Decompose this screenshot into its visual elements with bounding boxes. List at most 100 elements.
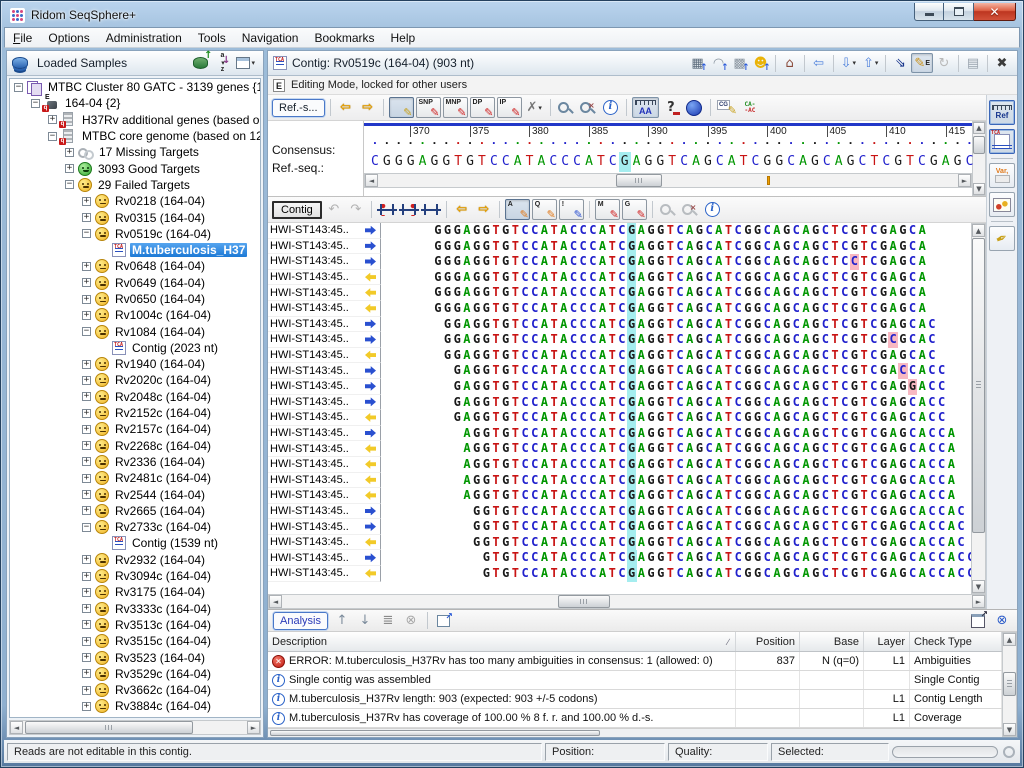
base[interactable]: G <box>782 285 792 301</box>
base[interactable]: A <box>772 301 782 317</box>
scrollbar-thumb[interactable] <box>1003 672 1016 696</box>
read-name-cell[interactable]: HWI-ST143:45.. <box>268 270 381 286</box>
home-icon[interactable]: ⌂ <box>780 53 800 73</box>
base[interactable]: C <box>762 519 772 535</box>
base[interactable]: C <box>588 254 598 270</box>
base[interactable]: T <box>607 473 617 489</box>
base[interactable]: T <box>549 223 559 239</box>
base[interactable]: C <box>675 426 685 442</box>
base[interactable]: T <box>491 363 501 379</box>
tree-item[interactable]: +Rv1940 (164-04) <box>10 356 260 372</box>
base[interactable]: G <box>879 395 889 411</box>
base[interactable]: T <box>491 254 501 270</box>
base[interactable]: G <box>695 550 705 566</box>
base[interactable]: A <box>685 223 695 239</box>
base[interactable]: A <box>888 348 898 364</box>
base[interactable]: A <box>598 254 608 270</box>
ref-base[interactable]: G <box>619 152 631 172</box>
base[interactable]: C <box>840 441 850 457</box>
base[interactable]: G <box>501 488 511 504</box>
base[interactable]: C <box>821 504 831 520</box>
base[interactable]: G <box>481 270 491 286</box>
base[interactable]: A <box>559 504 569 520</box>
base[interactable]: T <box>511 395 521 411</box>
info-icon[interactable] <box>600 98 621 118</box>
base[interactable]: C <box>588 239 598 255</box>
ref-base[interactable]: G <box>381 152 393 172</box>
base[interactable]: A <box>772 566 782 582</box>
base[interactable]: C <box>704 239 714 255</box>
base[interactable]: A <box>540 566 550 582</box>
base[interactable]: G <box>879 270 889 286</box>
base[interactable]: T <box>724 363 734 379</box>
base[interactable]: A <box>462 410 472 426</box>
base[interactable]: T <box>830 550 840 566</box>
base[interactable]: G <box>753 566 763 582</box>
base[interactable]: C <box>578 254 588 270</box>
base[interactable]: A <box>462 395 472 411</box>
base[interactable]: T <box>607 301 617 317</box>
base[interactable]: C <box>733 426 743 442</box>
base[interactable]: G <box>811 395 821 411</box>
base[interactable]: C <box>791 317 801 333</box>
base[interactable]: G <box>879 535 889 551</box>
base[interactable]: A <box>598 332 608 348</box>
base[interactable]: G <box>472 348 482 364</box>
base[interactable]: G <box>452 254 462 270</box>
base[interactable]: G <box>753 379 763 395</box>
base[interactable]: T <box>491 519 501 535</box>
base[interactable]: A <box>917 332 927 348</box>
base[interactable]: A <box>888 457 898 473</box>
base[interactable]: C <box>840 348 850 364</box>
base[interactable]: G <box>433 270 443 286</box>
snp-pencil-button[interactable]: SNP✎ <box>416 97 441 118</box>
base[interactable]: G <box>743 379 753 395</box>
base[interactable]: T <box>859 285 869 301</box>
base[interactable]: C <box>675 566 685 582</box>
base[interactable]: C <box>791 426 801 442</box>
base[interactable]: G <box>433 239 443 255</box>
base[interactable]: A <box>559 379 569 395</box>
base[interactable]: G <box>452 223 462 239</box>
base[interactable]: G <box>782 535 792 551</box>
base[interactable]: C <box>704 426 714 442</box>
tree-item[interactable]: +Rv2336 (164-04) <box>10 454 260 470</box>
base[interactable]: C <box>762 332 772 348</box>
base[interactable]: A <box>540 441 550 457</box>
base[interactable]: C <box>840 457 850 473</box>
read-name-cell[interactable]: HWI-ST143:45.. <box>268 332 381 348</box>
ambiguity-help-icon[interactable]: ? <box>661 98 681 118</box>
base[interactable]: T <box>666 348 676 364</box>
base[interactable]: T <box>549 473 559 489</box>
base[interactable]: C <box>821 317 831 333</box>
base[interactable]: G <box>782 473 792 489</box>
base[interactable]: G <box>627 473 637 489</box>
base[interactable]: C <box>791 285 801 301</box>
base[interactable]: G <box>850 519 860 535</box>
base[interactable]: A <box>559 363 569 379</box>
base[interactable]: T <box>511 239 521 255</box>
tree-item[interactable]: +Rv3094c (164-04) <box>10 568 260 584</box>
base[interactable]: C <box>530 504 540 520</box>
base[interactable]: A <box>917 363 927 379</box>
base[interactable]: G <box>646 301 656 317</box>
base[interactable]: T <box>666 395 676 411</box>
base[interactable]: T <box>830 239 840 255</box>
base[interactable]: T <box>830 270 840 286</box>
base[interactable]: A <box>888 504 898 520</box>
base[interactable]: C <box>937 395 947 411</box>
base[interactable]: C <box>908 239 918 255</box>
base[interactable]: G <box>879 473 889 489</box>
base[interactable]: T <box>859 457 869 473</box>
base[interactable]: C <box>869 317 879 333</box>
base[interactable]: A <box>685 457 695 473</box>
base[interactable]: C <box>762 457 772 473</box>
base[interactable]: A <box>888 566 898 582</box>
base[interactable]: A <box>772 395 782 411</box>
base[interactable]: C <box>569 348 579 364</box>
base[interactable]: T <box>549 504 559 520</box>
base[interactable]: C <box>704 566 714 582</box>
base[interactable]: T <box>859 254 869 270</box>
base[interactable]: C <box>675 223 685 239</box>
base[interactable]: G <box>627 566 637 582</box>
